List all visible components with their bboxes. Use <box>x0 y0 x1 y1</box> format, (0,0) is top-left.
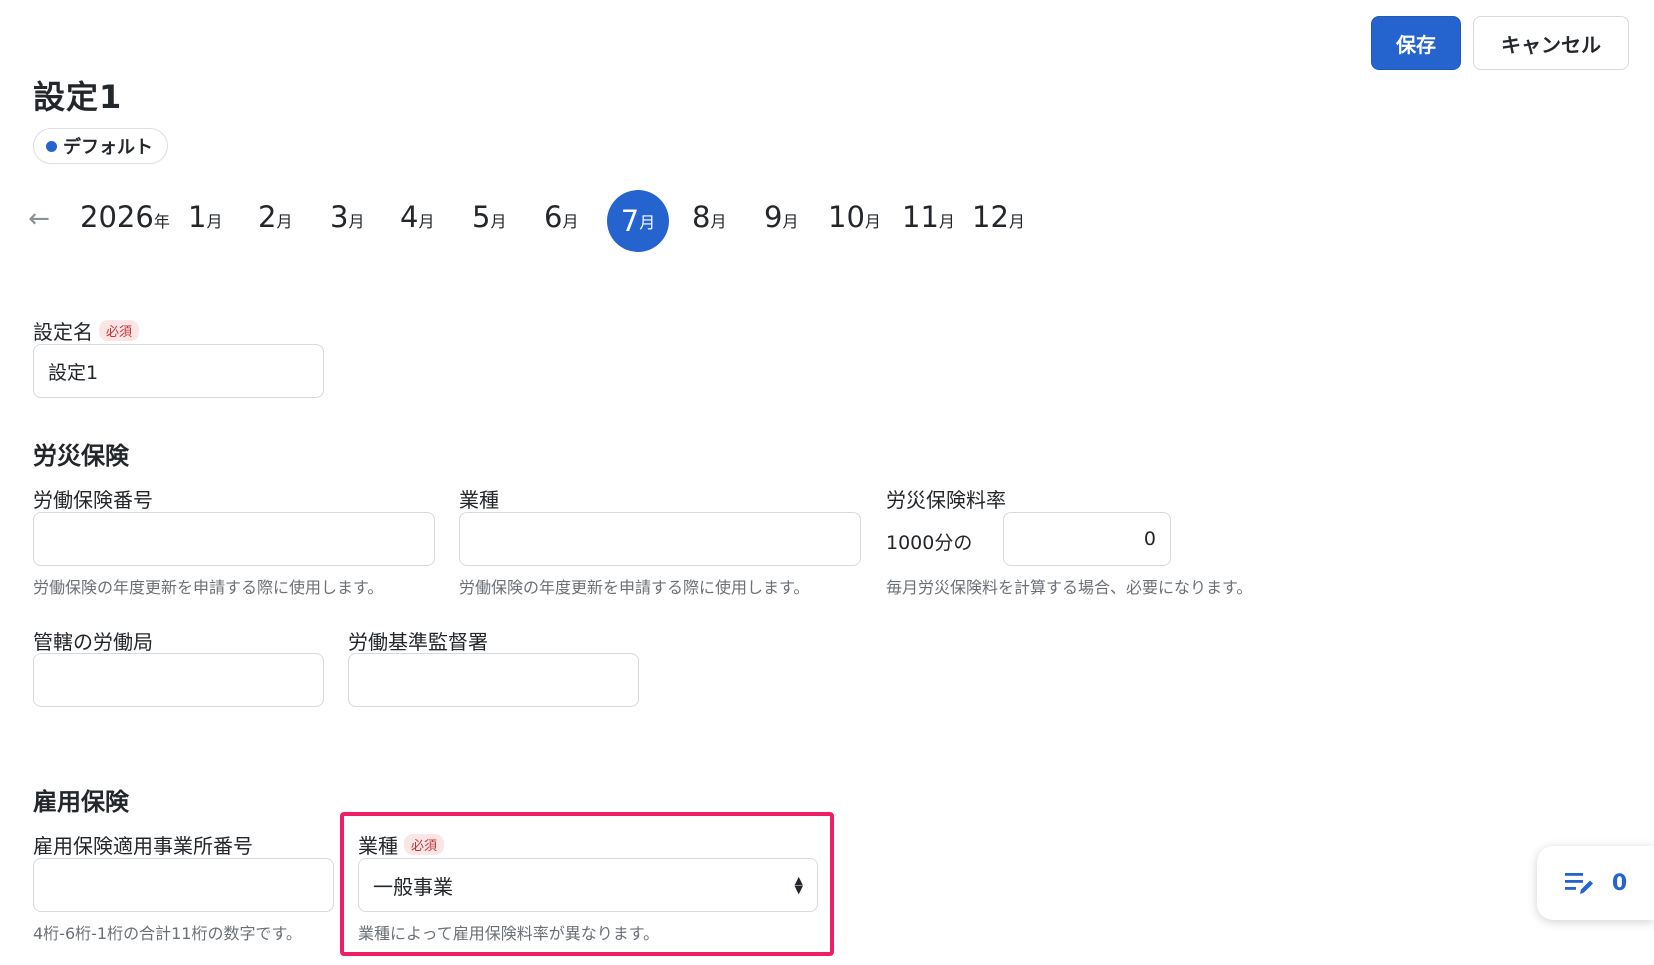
office-number-label: 雇用保険適用事業所番号 <box>33 834 253 858</box>
koyou-industry-help: 業種によって雇用保険料率が異なります。 <box>358 924 660 943</box>
setting-name-input[interactable]: 設定1 <box>33 344 324 398</box>
default-badge-label: デフォルト <box>63 137 153 158</box>
memo-count: 0 <box>1611 870 1628 896</box>
year-label[interactable]: 2026年 <box>80 200 170 234</box>
koyou-industry-select[interactable]: 一般事業 ▲ ▼ <box>358 858 818 912</box>
select-arrows-icon: ▲ ▼ <box>794 874 803 896</box>
page-title: 設定1 <box>33 78 123 116</box>
rousai-industry-label: 業種 <box>459 488 499 512</box>
edit-list-icon <box>1564 873 1593 894</box>
labor-bureau-label: 管轄の労働局 <box>33 630 153 654</box>
required-badge: 必須 <box>404 834 445 855</box>
rousai-rate-help: 毎月労災保険料を計算する場合、必要になります。 <box>886 578 1253 597</box>
month-9[interactable]: 9月 <box>764 200 798 234</box>
office-number-help: 4桁-6桁-1桁の合計11桁の数字です。 <box>33 924 302 943</box>
month-12[interactable]: 12月 <box>972 200 1025 234</box>
required-badge: 必須 <box>99 320 140 341</box>
rousai-rate-label: 労災保険料率 <box>886 488 1006 512</box>
month-6[interactable]: 6月 <box>544 200 578 234</box>
rousai-industry-input[interactable] <box>459 512 861 566</box>
month-3[interactable]: 3月 <box>330 200 364 234</box>
month-8[interactable]: 8月 <box>692 200 726 234</box>
setting-name-label: 設定名 必須 <box>33 316 140 345</box>
default-dot-icon <box>46 140 57 152</box>
month-2[interactable]: 2月 <box>258 200 292 234</box>
month-10[interactable]: 10月 <box>828 200 881 234</box>
labor-insurance-number-help: 労働保険の年度更新を申請する際に使用します。 <box>33 578 384 597</box>
rousai-rate-prefix: 1000分の <box>886 532 973 554</box>
rousai-industry-help: 労働保険の年度更新を申請する際に使用します。 <box>459 578 810 597</box>
cancel-button[interactable]: キャンセル <box>1473 16 1629 70</box>
labor-insurance-number-input[interactable] <box>33 512 435 566</box>
koyou-industry-value: 一般事業 <box>373 874 453 899</box>
month-11[interactable]: 11月 <box>902 200 955 234</box>
month-7-selected[interactable]: 7月 <box>607 190 669 252</box>
office-number-input[interactable] <box>33 858 334 912</box>
labor-insurance-number-label: 労働保険番号 <box>33 488 153 512</box>
default-badge: デフォルト <box>33 128 168 164</box>
back-arrow-icon[interactable]: ← <box>24 204 54 234</box>
inspection-office-input[interactable] <box>348 653 639 707</box>
labor-bureau-input[interactable] <box>33 653 324 707</box>
koyou-industry-label: 業種 必須 <box>358 830 445 859</box>
save-button[interactable]: 保存 <box>1371 16 1461 70</box>
inspection-office-label: 労働基準監督署 <box>348 630 488 654</box>
rousai-rate-input[interactable]: 0 <box>1003 512 1171 566</box>
month-1[interactable]: 1月 <box>188 200 222 234</box>
month-5[interactable]: 5月 <box>472 200 506 234</box>
month-4[interactable]: 4月 <box>400 200 434 234</box>
memo-button[interactable]: 0 <box>1537 846 1654 920</box>
koyou-heading: 雇用保険 <box>33 788 129 816</box>
rousai-heading: 労災保険 <box>33 442 129 470</box>
